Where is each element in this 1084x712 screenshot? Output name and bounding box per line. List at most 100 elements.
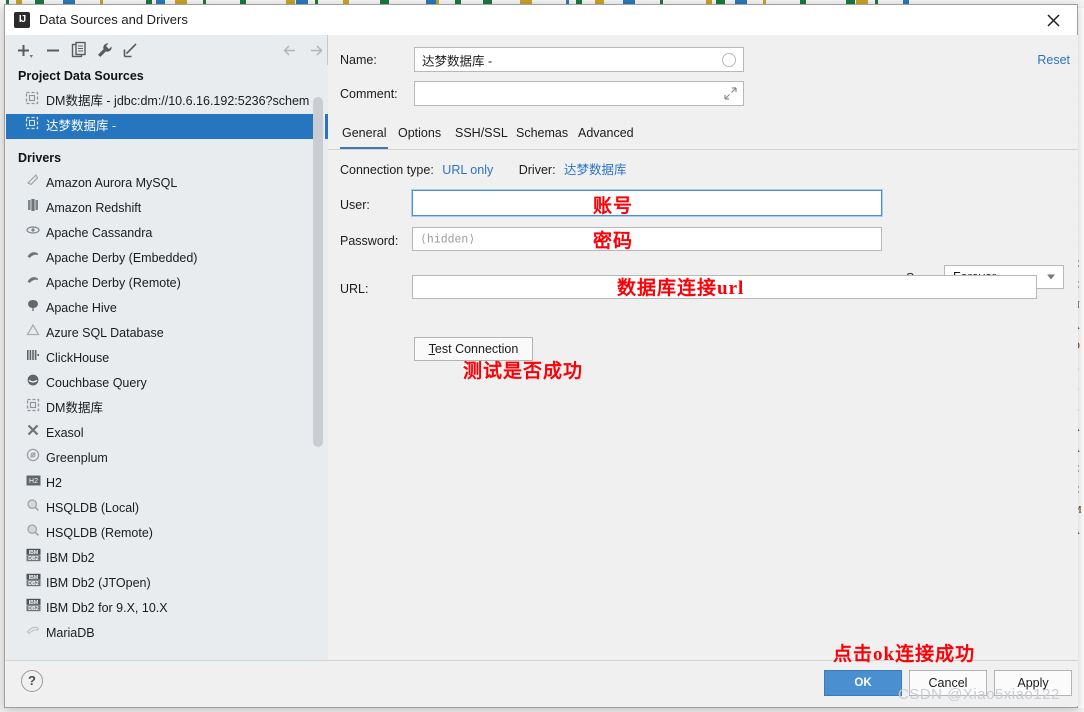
- derby-icon: [24, 246, 42, 271]
- add-button[interactable]: [14, 40, 36, 61]
- tabs-divider: [328, 149, 1078, 150]
- database-icon: [24, 396, 42, 421]
- data-source-label: 达梦数据库 -: [46, 119, 117, 134]
- tab-schemas[interactable]: Schemas: [514, 123, 570, 149]
- watermark: CSDN @Xiao5xiao122: [898, 686, 1060, 703]
- driver-item[interactable]: IBM DB2 IBM Db2 for 9.X, 10.X: [6, 596, 328, 621]
- driver-item[interactable]: Apache Hive: [6, 296, 328, 321]
- azure-icon: [24, 321, 42, 346]
- connection-info-row: Connection type: URL only Driver: 达梦数据库: [340, 159, 627, 178]
- connection-type-value[interactable]: URL only: [442, 163, 493, 177]
- data-source-item[interactable]: DM数据库 - jdbc:dm://10.6.16.192:5236?schem: [6, 89, 328, 114]
- driver-item[interactable]: Azure SQL Database: [6, 321, 328, 346]
- database-icon: [22, 89, 42, 114]
- data-sources-list: DM数据库 - jdbc:dm://10.6.16.192:5236?schem…: [6, 89, 328, 139]
- mariadb-icon: [24, 621, 42, 646]
- hsqldb-icon: [24, 521, 42, 546]
- driver-item[interactable]: Couchbase Query: [6, 371, 328, 396]
- tab-advanced[interactable]: Advanced: [576, 123, 636, 149]
- tab-general[interactable]: General: [340, 123, 389, 149]
- comment-input[interactable]: [414, 81, 744, 106]
- project-data-sources-header: Project Data Sources: [18, 69, 144, 83]
- driver-item[interactable]: Apache Cassandra: [6, 221, 328, 246]
- password-input[interactable]: ⟨hidden⟩: [412, 227, 882, 251]
- driver-item[interactable]: HSQLDB (Remote): [6, 521, 328, 546]
- driver-label: IBM Db2 for 9.X, 10.X: [46, 601, 168, 616]
- sidebar-toolbar: [6, 35, 327, 65]
- annotation-text: 点击ok连接成功: [833, 644, 976, 665]
- copy-icon[interactable]: [68, 40, 90, 61]
- driver-label: Apache Cassandra: [46, 226, 153, 241]
- driver-item[interactable]: Amazon Aurora MySQL: [6, 171, 328, 196]
- hive-icon: [24, 296, 42, 321]
- drivers-list: Amazon Aurora MySQL Amazon Redshift Apache…: [6, 171, 328, 646]
- drivers-header: Drivers: [18, 151, 62, 165]
- driver-item[interactable]: IBM DB2 IBM Db2 (JTOpen): [6, 571, 328, 596]
- tab-ssh-ssl[interactable]: SSH/SSL: [453, 123, 510, 149]
- driver-item[interactable]: ClickHouse: [6, 346, 328, 371]
- annotation-text: 数据库连接url: [617, 278, 745, 299]
- tab-options[interactable]: Options: [396, 123, 443, 149]
- sidebar-scrollbar-thumb[interactable]: [313, 97, 323, 447]
- driver-label: Greenplum: [46, 451, 108, 466]
- user-input[interactable]: [411, 189, 883, 217]
- driver-label: MariaDB: [46, 626, 95, 641]
- password-placeholder: ⟨hidden⟩: [420, 233, 476, 247]
- sidebar-scrollbar-track[interactable]: [313, 65, 325, 672]
- driver-label: Exasol: [46, 426, 84, 441]
- driver-label: Azure SQL Database: [46, 326, 164, 341]
- driver-item[interactable]: IBM DB2 IBM Db2: [6, 546, 328, 571]
- chevron-down-icon: [1047, 274, 1055, 280]
- driver-label: Apache Hive: [46, 301, 117, 316]
- help-button[interactable]: ?: [21, 670, 43, 692]
- expand-icon[interactable]: [724, 87, 737, 100]
- dialog-titlebar: IJ Data Sources and Drivers: [5, 5, 1077, 36]
- h2-icon: H2: [24, 471, 42, 496]
- close-icon[interactable]: [1031, 5, 1077, 35]
- driver-label: Apache Derby (Remote): [46, 276, 181, 291]
- redshift-icon: [24, 196, 42, 221]
- name-label: Name:: [340, 53, 377, 67]
- db2-icon: IBM DB2: [24, 546, 42, 571]
- user-label: User:: [340, 198, 370, 212]
- svg-text:IBM: IBM: [28, 600, 38, 606]
- driver-item[interactable]: H2 H2: [6, 471, 328, 496]
- data-source-item[interactable]: 达梦数据库 -: [6, 114, 328, 139]
- loading-spinner-icon: [722, 52, 736, 67]
- driver-label: Apache Derby (Embedded): [46, 251, 198, 266]
- driver-label: IBM Db2 (JTOpen): [46, 576, 151, 591]
- driver-item[interactable]: Greenplum: [6, 446, 328, 471]
- remove-button[interactable]: [42, 40, 64, 61]
- data-source-settings-panel: Name: 达梦数据库 - Comment: Reset General Opti…: [328, 35, 1078, 672]
- driver-item[interactable]: Apache Derby (Remote): [6, 271, 328, 296]
- settings-tabs: General Options SSH/SSL Schemas Advanced: [328, 123, 1078, 149]
- driver-label: HSQLDB (Remote): [46, 526, 153, 541]
- reset-link[interactable]: Reset: [1037, 53, 1070, 67]
- name-input[interactable]: 达梦数据库 -: [414, 47, 744, 72]
- driver-item[interactable]: HSQLDB (Local): [6, 496, 328, 521]
- greenplum-icon: [24, 446, 42, 471]
- driver-item[interactable]: Amazon Redshift: [6, 196, 328, 221]
- wrench-icon[interactable]: [94, 40, 116, 61]
- sources-tree[interactable]: Project Data Sources DM数据库 - jdbc:dm://1…: [6, 65, 328, 672]
- driver-label: H2: [46, 476, 62, 491]
- svg-text:H2: H2: [29, 478, 38, 485]
- svg-text:IBM: IBM: [28, 575, 38, 581]
- driver-label: ClickHouse: [46, 351, 110, 366]
- url-label: URL:: [340, 282, 369, 296]
- import-icon[interactable]: [120, 40, 142, 61]
- exasol-icon: [24, 421, 42, 446]
- svg-text:DB2: DB2: [28, 556, 38, 562]
- nav-back-icon[interactable]: [280, 40, 302, 61]
- driver-item[interactable]: Apache Derby (Embedded): [6, 246, 328, 271]
- driver-item[interactable]: Exasol: [6, 421, 328, 446]
- nav-forward-icon[interactable]: [306, 40, 328, 61]
- annotation-text: 密码: [593, 231, 634, 252]
- driver-value[interactable]: 达梦数据库: [564, 163, 627, 177]
- annotation-text: 测试是否成功: [463, 361, 584, 382]
- driver-item[interactable]: MariaDB: [6, 621, 328, 646]
- driver-item[interactable]: DM数据库: [6, 396, 328, 421]
- derby-icon: [24, 271, 42, 296]
- ok-button[interactable]: OK: [824, 670, 902, 696]
- couchbase-icon: [24, 371, 42, 396]
